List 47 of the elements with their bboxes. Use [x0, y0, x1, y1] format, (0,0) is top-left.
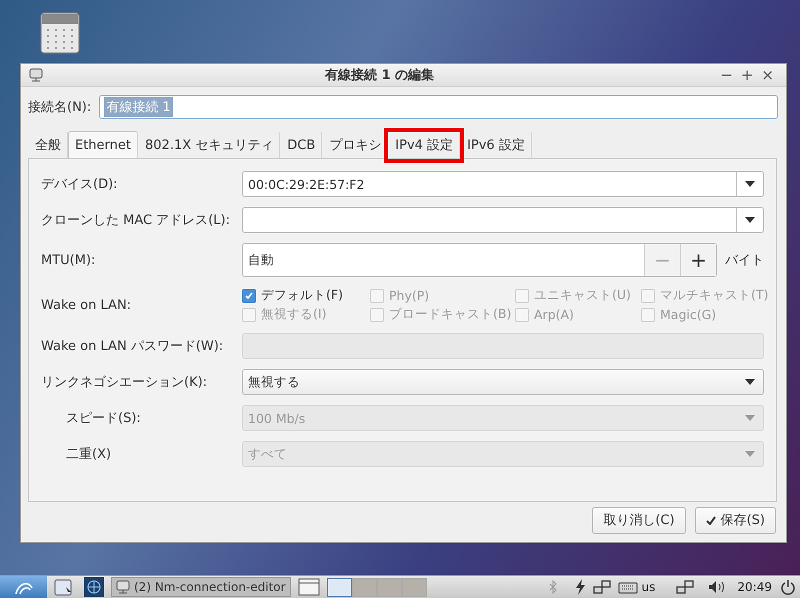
- dropdown-arrow-icon: [745, 217, 755, 223]
- network-icon: [592, 579, 611, 595]
- folder-icon: [54, 578, 74, 596]
- taskbar-window-button[interactable]: (2) Nm-connection-editor: [111, 577, 291, 597]
- dropdown-arrow-icon: [745, 415, 755, 421]
- workspace-button[interactable]: [326, 578, 352, 596]
- window-icon: [29, 68, 43, 82]
- close-button[interactable]: ×: [757, 66, 778, 84]
- power-icon[interactable]: [780, 579, 796, 595]
- network-tool-button[interactable]: [81, 577, 107, 597]
- checkmark-icon: [245, 292, 253, 300]
- window-title: 有線接続 1 の編集: [324, 66, 436, 84]
- field-label: リンクネゴシエーション(K):: [41, 374, 208, 391]
- keyboard-layout[interactable]: us: [642, 580, 656, 594]
- checkbox[interactable]: デフォルト(F): [242, 287, 370, 304]
- lightning-icon[interactable]: [574, 579, 586, 595]
- unit-label: バイト: [725, 252, 764, 269]
- cancel-button[interactable]: 取り消し(C): [592, 506, 686, 534]
- window-icon: [116, 580, 130, 594]
- field-label: 二重(X): [65, 446, 112, 463]
- field-label: Wake on LAN パスワード(W):: [41, 338, 224, 355]
- maximize-button[interactable]: +: [736, 66, 758, 84]
- globe-icon: [84, 577, 104, 597]
- network-icon: [676, 579, 694, 595]
- dropdown-field[interactable]: 無視する: [242, 369, 764, 395]
- tab[interactable]: Ethernet: [68, 131, 138, 158]
- field-label: Wake on LAN:: [41, 298, 132, 312]
- dropdown-arrow-icon: [745, 451, 755, 457]
- dropdown-arrow-icon: [745, 379, 755, 385]
- app-icon[interactable]: [40, 12, 80, 54]
- dropdown-field[interactable]: [242, 207, 764, 233]
- clock[interactable]: 20:49: [737, 580, 772, 594]
- minimize-button[interactable]: −: [716, 66, 737, 84]
- field-label: クローンした MAC アドレス(L):: [41, 212, 231, 229]
- check-icon: [706, 516, 716, 524]
- dropdown-field[interactable]: 00:0C:29:2E:57:F2: [242, 171, 764, 197]
- start-menu-button[interactable]: [0, 576, 47, 598]
- increment-button[interactable]: +: [680, 244, 716, 276]
- field-label: MTU(M):: [41, 252, 96, 268]
- field-label: スピード(S):: [65, 410, 142, 427]
- field-label: 接続名(N):: [28, 99, 92, 116]
- keyboard-icon[interactable]: [618, 580, 638, 594]
- mtu-spin-field[interactable]: 自動 − +: [242, 243, 717, 277]
- window-icon: [298, 578, 320, 596]
- save-button[interactable]: 保存(S): [694, 506, 776, 534]
- field-label: デバイス(D):: [41, 176, 119, 193]
- dropdown-arrow-icon: [745, 181, 755, 187]
